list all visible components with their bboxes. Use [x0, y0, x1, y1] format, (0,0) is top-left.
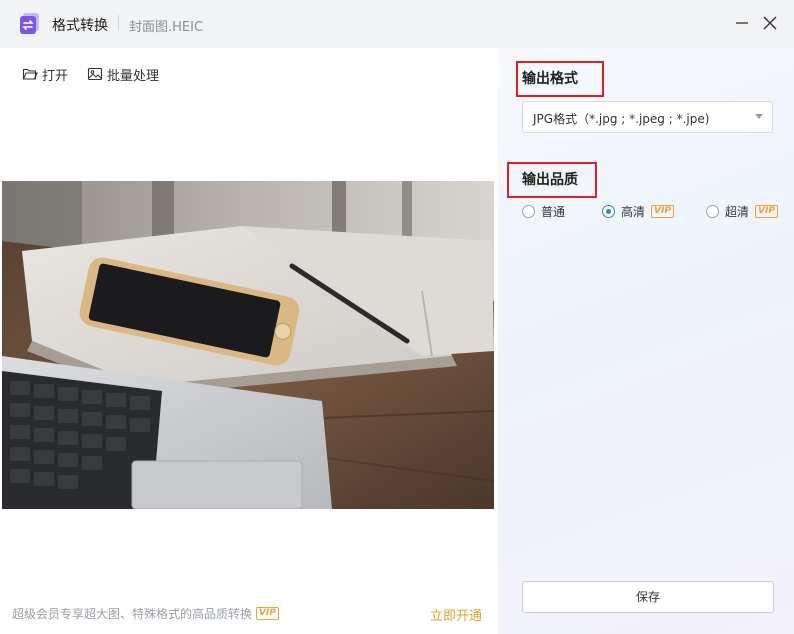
app-title: 格式转换	[52, 18, 108, 34]
batch-label: 批量处理	[107, 68, 160, 84]
quality-label-hd: 高清	[621, 205, 646, 219]
preview-image	[2, 181, 494, 509]
vip-badge: VIP	[755, 205, 778, 218]
output-quality-title: 输出品质	[522, 172, 578, 188]
quality-label-normal: 普通	[541, 205, 566, 219]
title-divider	[118, 15, 119, 31]
quality-option-hd[interactable]: 高清 VIP	[602, 203, 674, 220]
output-format-value: JPG格式（*.jpg ; *.jpeg ; *.jpe)	[533, 112, 710, 126]
title-bar: 格式转换 封面图.HEIC	[0, 0, 794, 48]
vip-badge: VIP	[256, 607, 279, 620]
convert-app-icon	[20, 13, 39, 34]
minimize-icon[interactable]	[731, 12, 753, 34]
output-format-select[interactable]: JPG格式（*.jpg ; *.jpeg ; *.jpe)	[522, 101, 773, 133]
radio-hd[interactable]	[602, 205, 615, 218]
image-gallery-icon	[87, 67, 103, 81]
open-label: 打开	[42, 68, 69, 84]
preview-pane: 打开 批量处理 超级会员专享超大图、特殊格式的高品质转换 VIP 立即开通	[0, 48, 498, 634]
file-name: 封面图.HEIC	[129, 20, 204, 35]
folder-open-icon	[22, 68, 38, 80]
vip-promo: 超级会员专享超大图、特殊格式的高品质转换 VIP	[12, 605, 279, 622]
promo-text: 超级会员专享超大图、特殊格式的高品质转换	[12, 607, 253, 621]
quality-label-ultra: 超清	[725, 205, 750, 219]
activate-vip-link[interactable]: 立即开通	[430, 605, 482, 624]
batch-process-button[interactable]: 批量处理	[87, 65, 160, 84]
output-format-title: 输出格式	[522, 71, 578, 87]
quality-option-normal[interactable]: 普通	[522, 203, 565, 220]
open-button[interactable]: 打开	[22, 65, 69, 84]
save-button[interactable]: 保存	[522, 581, 774, 613]
quality-option-ultra[interactable]: 超清 VIP	[706, 203, 778, 220]
radio-ultra[interactable]	[706, 205, 719, 218]
chevron-down-icon	[755, 114, 763, 119]
radio-normal[interactable]	[522, 205, 535, 218]
close-icon[interactable]	[759, 12, 781, 34]
vip-badge: VIP	[651, 205, 674, 218]
settings-pane: 输出格式 JPG格式（*.jpg ; *.jpeg ; *.jpe) 输出品质 …	[498, 48, 794, 634]
